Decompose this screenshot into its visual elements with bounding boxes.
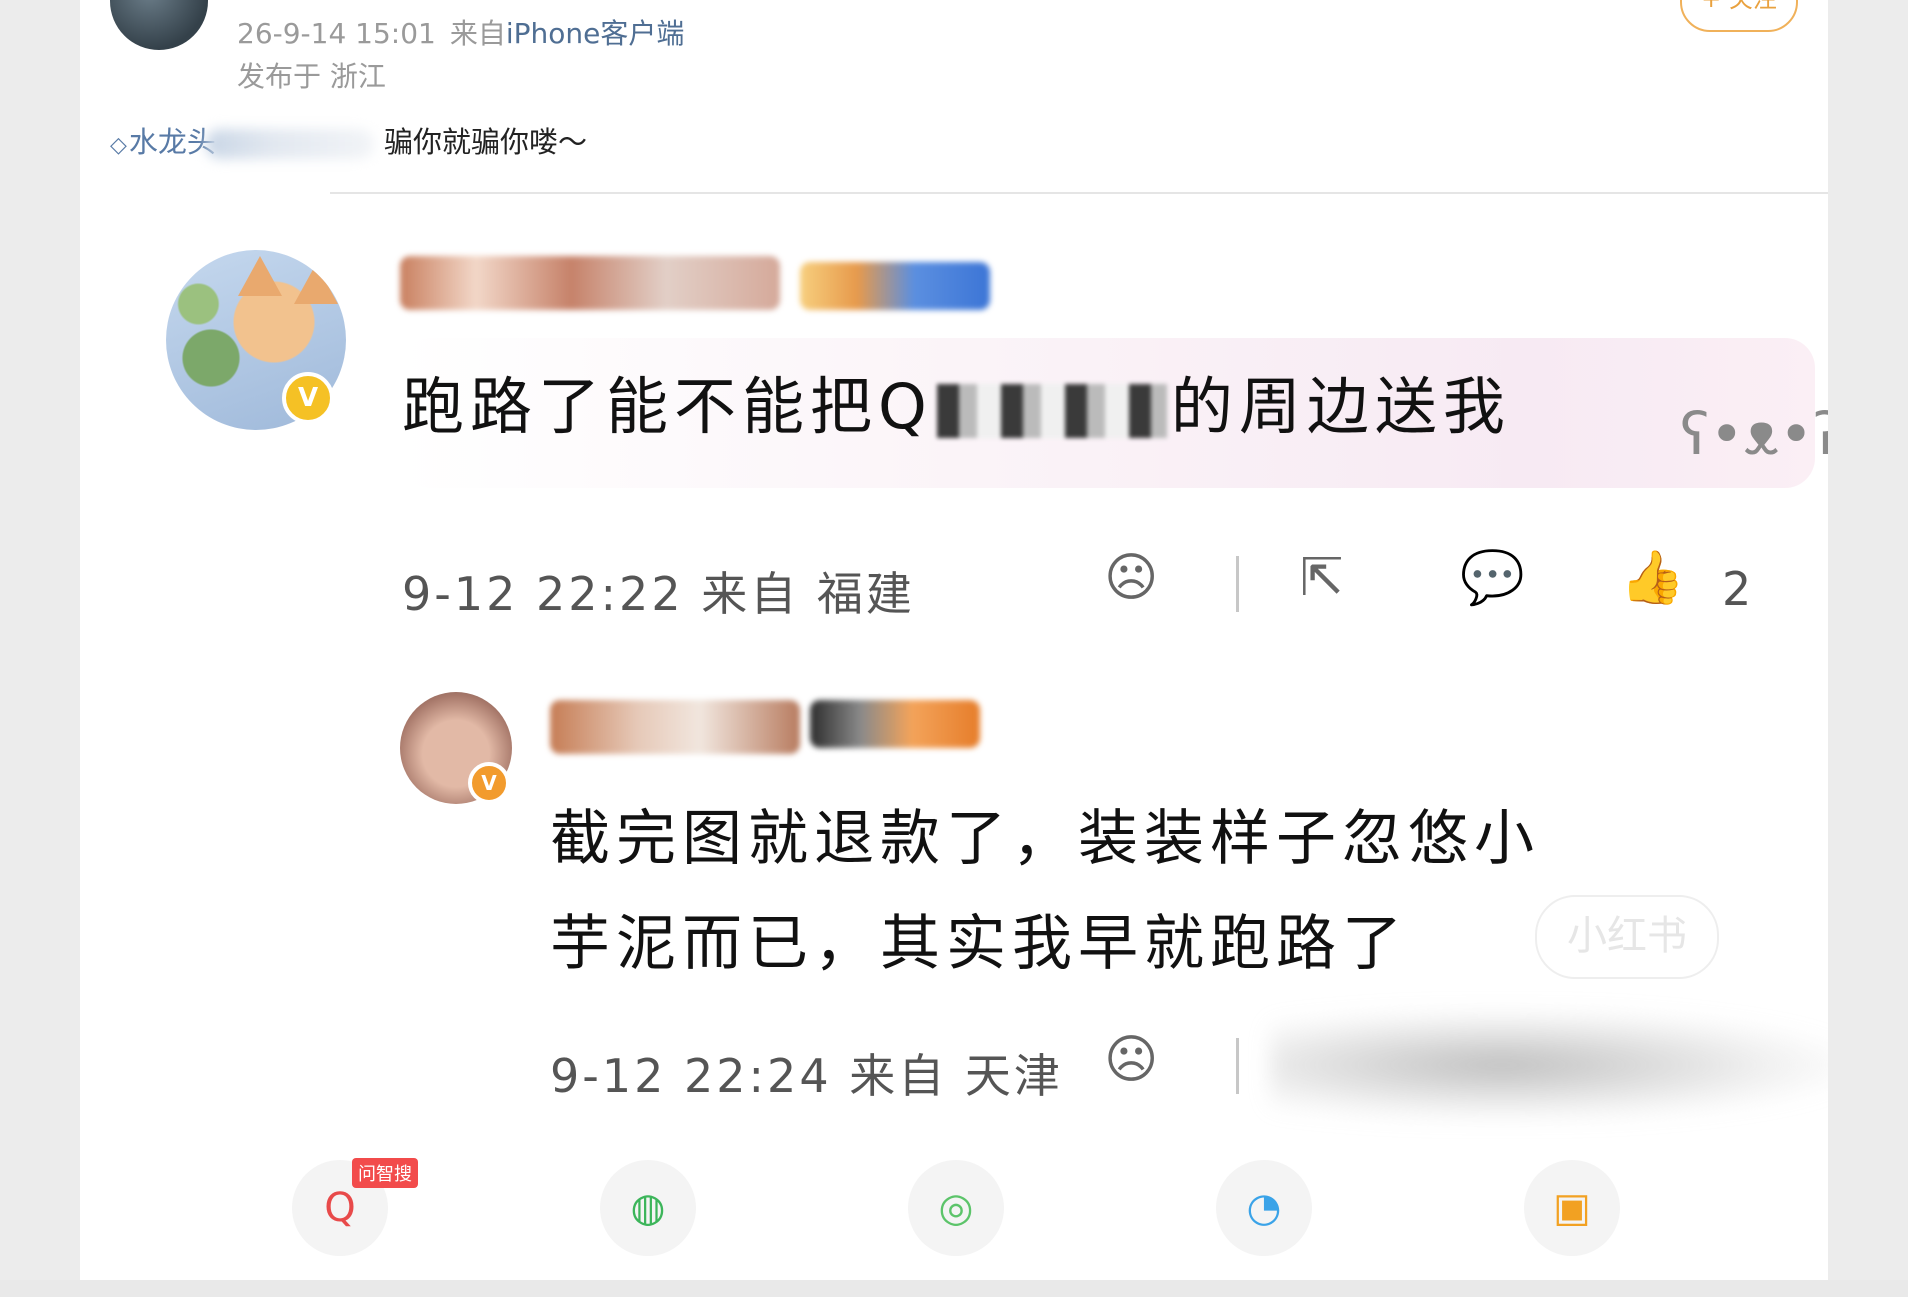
post-location: 发布于 浙江: [237, 60, 386, 93]
share-icon[interactable]: ⇱: [1300, 552, 1344, 604]
divider: [330, 192, 1828, 194]
weibo-post-page: 26-9-14 15:01 来自iPhone客户端 发布于 浙江 + 关注 ◇水龙…: [80, 0, 1828, 1280]
post-time: 26-9-14 15:01: [237, 17, 436, 50]
blurred-user-badge: [810, 700, 980, 748]
comment-1-text-after: 的周边送我: [1170, 370, 1511, 443]
sticker-bear-icon: ʕ•ᴥ•ʔ: [1680, 400, 1828, 468]
verified-badge-icon: V: [282, 372, 334, 424]
comment-1-meta: 9-12 22:22 来自 福建: [402, 567, 915, 621]
like-count: 2: [1722, 562, 1752, 616]
blurred-user-badge: [800, 262, 990, 310]
comment-2-line-2: 芋泥而已，其实我早就跑路了: [550, 909, 1408, 979]
sad-face-icon[interactable]: ☹: [1104, 552, 1158, 604]
cat-ear: [238, 256, 282, 296]
comment-1-text: 跑路了能不能把Q 的周边送我: [402, 356, 1511, 446]
moments-icon[interactable]: ◎: [908, 1160, 1004, 1256]
verified-badge-icon: V: [468, 762, 510, 804]
save-image-icon[interactable]: ▣: [1524, 1160, 1620, 1256]
post-source-prefix: 来自: [449, 17, 506, 50]
separator: [1236, 1038, 1239, 1094]
comment-2-meta: 9-12 22:24 来自 天津: [550, 1049, 1063, 1103]
blurred-username: [400, 256, 780, 310]
diamond-icon: ◇: [110, 133, 127, 158]
poster-avatar[interactable]: [110, 0, 208, 50]
comment-icon[interactable]: 💬: [1460, 552, 1525, 604]
bottom-strip: [0, 1280, 1908, 1297]
mosaic-censor: [936, 383, 1167, 438]
blurred-username: [550, 700, 800, 754]
separator: [1236, 556, 1239, 612]
ai-search-tag: 问智搜: [352, 1158, 418, 1188]
sad-face-icon[interactable]: ☹: [1104, 1034, 1158, 1086]
topic-tag[interactable]: ◇水龙头: [110, 125, 216, 159]
topic-tag-label: 水龙头: [128, 125, 216, 159]
comment-1-text-before: 跑路了能不能把: [402, 370, 879, 443]
post-meta: 26-9-14 15:01 来自iPhone客户端: [237, 12, 684, 52]
thumbs-up-icon[interactable]: 👍: [1620, 552, 1685, 604]
watermark: 小红书: [1535, 895, 1719, 979]
search-glyph: Q: [878, 370, 933, 443]
follow-button[interactable]: + 关注: [1680, 0, 1798, 32]
comment-2-line-1: 截完图就退款了，装装样子忽悠小: [550, 804, 1540, 874]
blur-smudge: [1270, 1010, 1828, 1120]
post-text: ◇水龙头 骗你就骗你喽～: [110, 120, 587, 164]
post-source[interactable]: iPhone客户端: [506, 17, 685, 50]
post-body: 骗你就骗你喽～: [383, 125, 587, 159]
cat-ear: [294, 264, 338, 304]
wechat-icon[interactable]: ◍: [600, 1160, 696, 1256]
qq-icon[interactable]: ◔: [1216, 1160, 1312, 1256]
blurred-topic-text: [205, 129, 374, 159]
